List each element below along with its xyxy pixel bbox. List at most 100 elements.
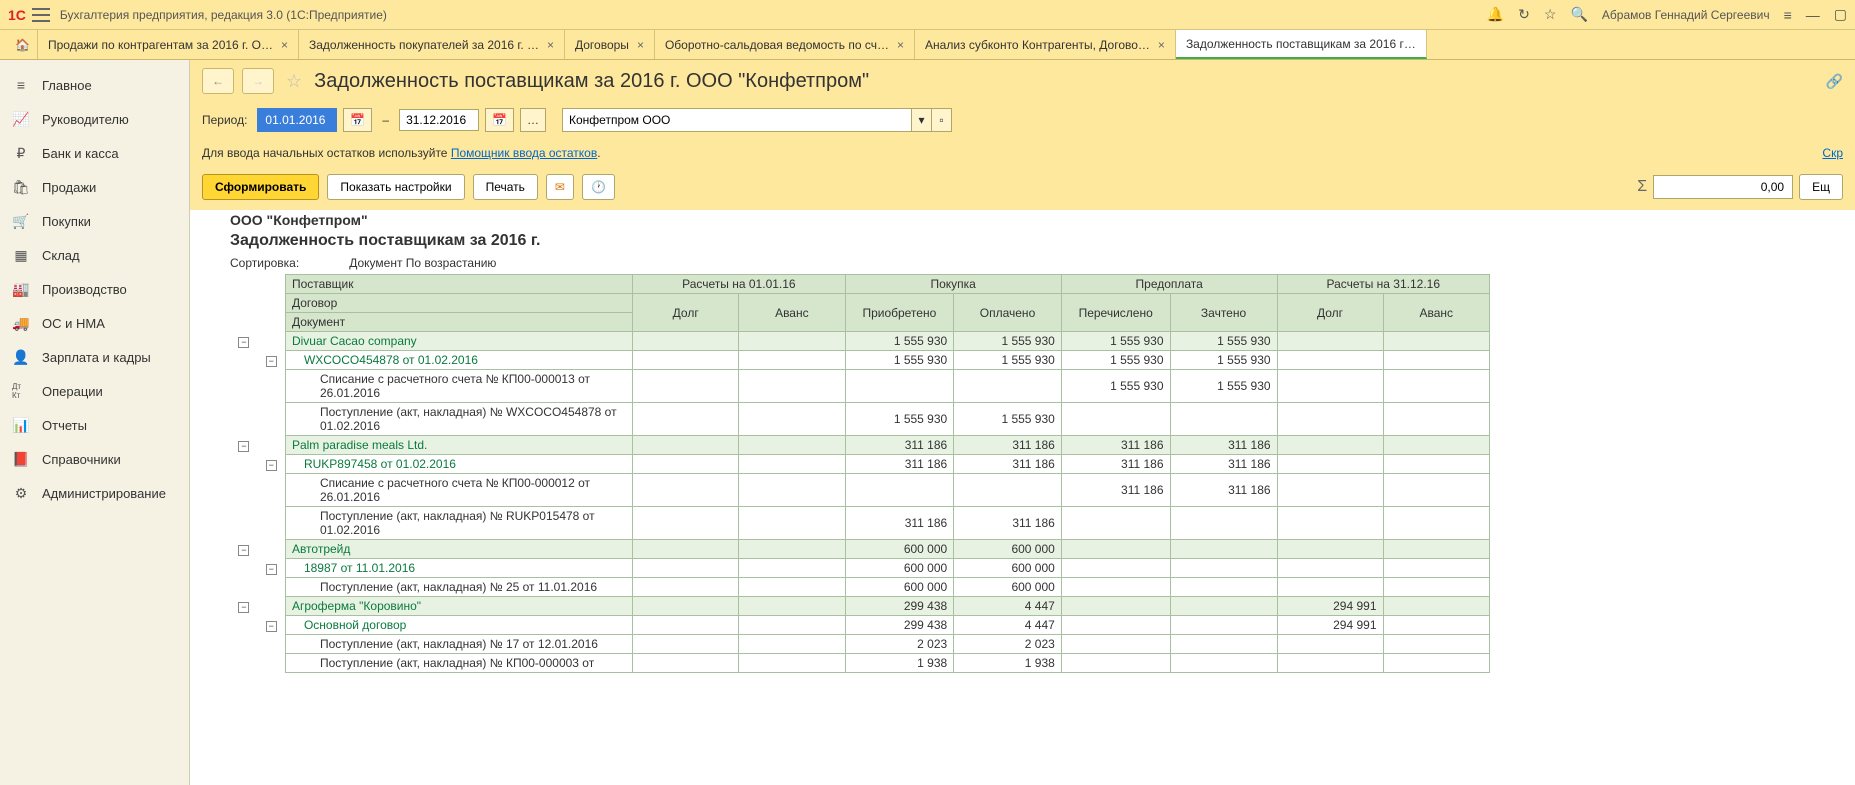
- menu-icon[interactable]: [32, 8, 50, 22]
- content-header: ← → ☆ Задолженность поставщикам за 2016 …: [190, 60, 1855, 102]
- table-row[interactable]: Поступление (акт, накладная) № WXCOCO454…: [230, 403, 1490, 436]
- sidebar-item-9[interactable]: Дт КтОперации: [0, 374, 189, 408]
- cell-value: [1061, 597, 1170, 616]
- cell-value: [739, 351, 845, 370]
- sidebar-item-8[interactable]: 👤Зарплата и кадры: [0, 340, 189, 374]
- table-row[interactable]: −Агроферма "Коровино"299 4384 447294 991: [230, 597, 1490, 616]
- cell-value: [1061, 403, 1170, 436]
- sum-field[interactable]: [1653, 175, 1793, 199]
- cell-value: [1170, 507, 1277, 540]
- cell-value: 311 186: [1061, 436, 1170, 455]
- table-row[interactable]: Списание с расчетного счета № КП00-00001…: [230, 474, 1490, 507]
- sidebar-label: Операции: [42, 384, 103, 399]
- org-dropdown-button[interactable]: ▾: [912, 108, 932, 132]
- generate-button[interactable]: Сформировать: [202, 174, 319, 200]
- table-row[interactable]: Поступление (акт, накладная) № 25 от 11.…: [230, 578, 1490, 597]
- sidebar-item-10[interactable]: 📊Отчеты: [0, 408, 189, 442]
- cell-value: [1383, 455, 1489, 474]
- table-row[interactable]: Поступление (акт, накладная) № 17 от 12.…: [230, 635, 1490, 654]
- email-button[interactable]: ✉: [546, 174, 574, 200]
- bell-icon[interactable]: 🔔: [1487, 6, 1504, 23]
- table-row[interactable]: −Divuar Cacao company1 555 9301 555 9301…: [230, 332, 1490, 351]
- show-settings-button[interactable]: Показать настройки: [327, 174, 464, 200]
- cell-value: [1061, 654, 1170, 673]
- tab-5[interactable]: Задолженность поставщикам за 2016 г…: [1176, 30, 1427, 59]
- cell-value: [1061, 616, 1170, 635]
- sidebar-item-6[interactable]: 🏭Производство: [0, 272, 189, 306]
- search-icon[interactable]: 🔍: [1570, 6, 1587, 23]
- col-advance-2: Аванс: [1383, 294, 1489, 332]
- tab-4[interactable]: Анализ субконто Контрагенты, Догово…×: [915, 30, 1176, 59]
- tree-toggle-icon[interactable]: −: [266, 564, 277, 575]
- tree-toggle-icon[interactable]: −: [266, 621, 277, 632]
- cell-value: [633, 578, 739, 597]
- close-icon[interactable]: ×: [897, 38, 904, 52]
- minimize-icon[interactable]: —: [1806, 7, 1820, 23]
- history-icon[interactable]: ↻: [1518, 6, 1530, 23]
- tree-toggle-icon[interactable]: −: [238, 602, 249, 613]
- sidebar-item-2[interactable]: ₽Банк и касса: [0, 136, 189, 170]
- close-icon[interactable]: ×: [1158, 38, 1165, 52]
- forward-button[interactable]: →: [242, 68, 274, 94]
- tab-1[interactable]: Задолженность покупателей за 2016 г. …×: [299, 30, 565, 59]
- date-to-input[interactable]: [399, 109, 479, 131]
- sidebar-item-7[interactable]: 🚚ОС и НМА: [0, 306, 189, 340]
- cell-value: 1 555 930: [1170, 332, 1277, 351]
- table-row[interactable]: Поступление (акт, накладная) № RUKP01547…: [230, 507, 1490, 540]
- hint-link[interactable]: Помощник ввода остатков: [451, 146, 597, 160]
- tab-3[interactable]: Оборотно-сальдовая ведомость по сч…×: [655, 30, 915, 59]
- sidebar-item-3[interactable]: 🛍Продажи: [0, 170, 189, 204]
- hide-hint-link[interactable]: Скр: [1822, 146, 1843, 160]
- link-icon[interactable]: 🔗: [1826, 73, 1843, 90]
- tree-toggle-icon[interactable]: −: [266, 460, 277, 471]
- star-icon[interactable]: ☆: [1544, 6, 1557, 23]
- org-open-button[interactable]: ▫: [932, 108, 952, 132]
- clock-button[interactable]: 🕐: [582, 174, 615, 200]
- tab-label: Продажи по контрагентам за 2016 г. О…: [48, 38, 273, 52]
- sidebar-item-12[interactable]: ⚙Администрирование: [0, 476, 189, 510]
- close-icon[interactable]: ×: [547, 38, 554, 52]
- calendar-from-button[interactable]: 📅: [343, 108, 372, 132]
- table-row[interactable]: Поступление (акт, накладная) № КП00-0000…: [230, 654, 1490, 673]
- tree-toggle-icon[interactable]: −: [238, 337, 249, 348]
- home-tab[interactable]: 🏠: [8, 30, 38, 59]
- sidebar-item-4[interactable]: 🛒Покупки: [0, 204, 189, 238]
- maximize-icon[interactable]: ▢: [1834, 6, 1847, 23]
- close-icon[interactable]: ×: [281, 38, 288, 52]
- table-row[interactable]: Списание с расчетного счета № КП00-00001…: [230, 370, 1490, 403]
- close-icon[interactable]: ×: [637, 38, 644, 52]
- table-row[interactable]: −WXCOCO454878 от 01.02.20161 555 9301 55…: [230, 351, 1490, 370]
- tab-0[interactable]: Продажи по контрагентам за 2016 г. О… ×: [38, 30, 299, 59]
- col-contract: Договор: [285, 294, 632, 313]
- table-row[interactable]: −Palm paradise meals Ltd.311 186311 1863…: [230, 436, 1490, 455]
- tree-toggle-icon[interactable]: −: [266, 356, 277, 367]
- user-name[interactable]: Абрамов Геннадий Сергеевич: [1602, 8, 1770, 22]
- print-button[interactable]: Печать: [473, 174, 538, 200]
- sidebar: ≡Главное📈Руководителю₽Банк и касса🛍Прода…: [0, 60, 190, 785]
- cell-value: 311 186: [1170, 436, 1277, 455]
- table-row[interactable]: −18987 от 11.01.2016600 000600 000: [230, 559, 1490, 578]
- favorite-star-icon[interactable]: ☆: [286, 71, 302, 92]
- sidebar-item-5[interactable]: ▦Склад: [0, 238, 189, 272]
- table-row[interactable]: −Основной договор299 4384 447294 991: [230, 616, 1490, 635]
- table-row[interactable]: −RUKP897458 от 01.02.2016311 186311 1863…: [230, 455, 1490, 474]
- date-from-input[interactable]: [257, 108, 337, 132]
- tab-2[interactable]: Договоры×: [565, 30, 655, 59]
- back-button[interactable]: ←: [202, 68, 234, 94]
- sort-value: Документ По возрастанию: [349, 256, 496, 270]
- organization-input[interactable]: [562, 108, 912, 132]
- cell-value: [739, 540, 845, 559]
- col-calc-end: Расчеты на 31.12.16: [1277, 275, 1489, 294]
- table-row[interactable]: −Автотрейд600 000600 000: [230, 540, 1490, 559]
- more-button[interactable]: Ещ: [1799, 174, 1843, 200]
- period-picker-button[interactable]: …: [520, 108, 546, 132]
- sidebar-item-1[interactable]: 📈Руководителю: [0, 102, 189, 136]
- tree-toggle-icon[interactable]: −: [238, 545, 249, 556]
- settings-lines-icon[interactable]: ≡: [1784, 7, 1792, 23]
- sidebar-item-0[interactable]: ≡Главное: [0, 68, 189, 102]
- sidebar-item-11[interactable]: 📕Справочники: [0, 442, 189, 476]
- tree-toggle-icon[interactable]: −: [238, 441, 249, 452]
- cell-value: 311 186: [954, 455, 1062, 474]
- calendar-to-button[interactable]: 📅: [485, 108, 514, 132]
- dash-separator: –: [382, 113, 389, 127]
